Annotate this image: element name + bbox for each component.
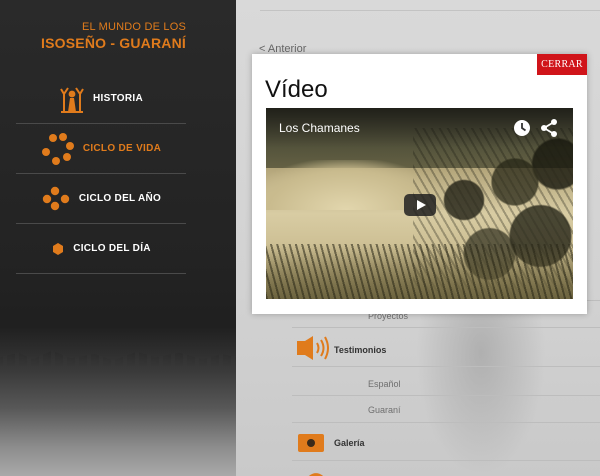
sidebar: EL MUNDO DE LOS ISOSEÑO - GUARANÍ HISTOR…: [0, 0, 236, 476]
dots-cluster-icon: [41, 186, 71, 212]
gallery-icon: [297, 431, 325, 458]
video-frame-grass: [266, 244, 573, 299]
video-modal: CERRAR Vídeo Los Chamanes: [252, 54, 587, 314]
background-landscape: [0, 326, 236, 476]
subnav-guarani[interactable]: Guaraní: [368, 405, 401, 415]
modal-title: Vídeo: [265, 76, 328, 103]
divider: [260, 10, 600, 11]
main-menu: HISTORIA CICLO DE VIDA CICLO DEL AÑO CIC…: [16, 74, 186, 274]
partial-icon: [304, 468, 324, 476]
dots-ring-icon: [41, 132, 75, 166]
divider: [292, 422, 600, 423]
video-title[interactable]: Los Chamanes: [279, 121, 360, 135]
brand-line-2: ISOSEÑO - GUARANÍ: [41, 35, 186, 51]
menu-item-label: CICLO DEL DÍA: [73, 243, 151, 254]
baobab-tree-icon: [59, 84, 85, 114]
divider: [292, 395, 600, 396]
divider: [292, 366, 600, 367]
menu-item-ciclo-del-dia[interactable]: CICLO DEL DÍA: [16, 224, 186, 274]
menu-item-historia[interactable]: HISTORIA: [16, 74, 186, 124]
divider: [292, 327, 600, 328]
close-button[interactable]: CERRAR: [537, 54, 587, 75]
share-icon[interactable]: [540, 118, 558, 143]
play-button[interactable]: [404, 194, 436, 216]
subnav-galeria[interactable]: Galería: [334, 438, 365, 448]
menu-item-label: HISTORIA: [93, 93, 143, 104]
menu-item-ciclo-de-vida[interactable]: CICLO DE VIDA: [16, 124, 186, 174]
divider: [292, 460, 600, 461]
subnav-espanol[interactable]: Español: [368, 379, 401, 389]
brand-line-1: EL MUNDO DE LOS: [81, 21, 186, 33]
subnav-testimonios[interactable]: Testimonios: [334, 345, 386, 355]
menu-item-ciclo-del-ano[interactable]: CICLO DEL AÑO: [16, 174, 186, 224]
single-dot-icon: [51, 242, 65, 256]
clock-icon[interactable]: [513, 119, 531, 142]
play-icon: [416, 200, 426, 210]
video-player[interactable]: Los Chamanes: [266, 108, 573, 299]
brand-logo[interactable]: EL MUNDO DE LOS ISOSEÑO - GUARANÍ: [41, 21, 186, 51]
speaker-icon: [295, 335, 329, 366]
menu-item-label: CICLO DEL AÑO: [78, 193, 162, 204]
menu-item-label: CICLO DE VIDA: [82, 143, 162, 154]
